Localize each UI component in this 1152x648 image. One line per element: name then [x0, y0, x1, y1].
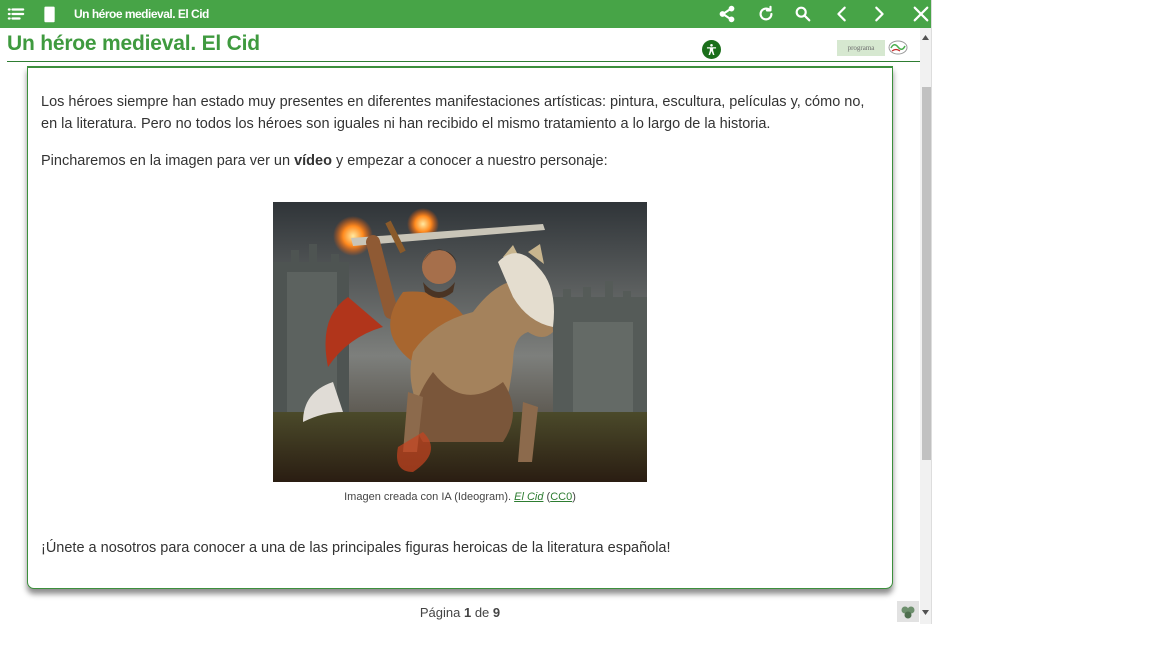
pagination-separator: de — [471, 605, 493, 620]
intro-paragraph: Los héroes siempre han estado muy presen… — [41, 94, 865, 132]
app-title: Un héroe medieval. El Cid — [74, 7, 209, 21]
content-panel: Los héroes siempre han estado muy presen… — [27, 66, 893, 589]
chevron-left-icon[interactable] — [827, 0, 857, 28]
corner-widget-icon[interactable] — [897, 601, 919, 622]
el-cid-hero-image[interactable] — [273, 202, 647, 482]
close-icon[interactable] — [906, 0, 931, 28]
pagination-total: 9 — [492, 605, 501, 620]
search-icon[interactable] — [788, 0, 818, 28]
top-toolbar: Un héroe medieval. El Cid — [0, 0, 931, 28]
image-caption: Imagen creada con IA (Ideogram). El Cid … — [28, 491, 892, 503]
chevron-right-icon[interactable] — [864, 0, 894, 28]
closing-paragraph: ¡Únete a nosotros para conocer a una de … — [41, 540, 671, 556]
pagination-prefix: Página — [419, 605, 464, 620]
video-prompt-text-start: Pincharemos en la imagen para ver un — [41, 153, 295, 169]
scroll-down-arrow-icon[interactable] — [920, 606, 931, 618]
video-prompt-text-end: y empezar a conocer a nuestro personaje: — [331, 153, 608, 169]
share-icon[interactable] — [712, 0, 742, 28]
accessibility-icon[interactable] — [702, 40, 721, 59]
app-window: Un héroe medieval. El Cid Un héroe medie… — [0, 0, 932, 624]
image-source-link[interactable]: El Cid — [514, 491, 543, 503]
page-header: Un héroe medieval. El Cid programa — [7, 28, 920, 62]
page-title: Un héroe medieval. El Cid — [7, 32, 260, 55]
reload-icon[interactable] — [751, 0, 781, 28]
pagination: Página 1 de 9 — [0, 605, 920, 620]
caption-text: Imagen creada con IA (Ideogram). — [344, 491, 515, 503]
caption-paren-close: ) — [572, 491, 576, 503]
menu-list-icon[interactable] — [1, 0, 31, 28]
video-keyword: vídeo — [294, 153, 332, 169]
scroll-up-arrow-icon[interactable] — [920, 31, 931, 43]
video-prompt-paragraph: Pincharemos en la imagen para ver un víd… — [41, 150, 881, 172]
book-icon[interactable] — [35, 0, 65, 28]
license-link[interactable]: CC0 — [550, 491, 572, 503]
program-logo: programa — [837, 40, 885, 56]
cefa-logo-icon — [888, 40, 908, 55]
scrollbar-thumb[interactable] — [922, 87, 931, 460]
